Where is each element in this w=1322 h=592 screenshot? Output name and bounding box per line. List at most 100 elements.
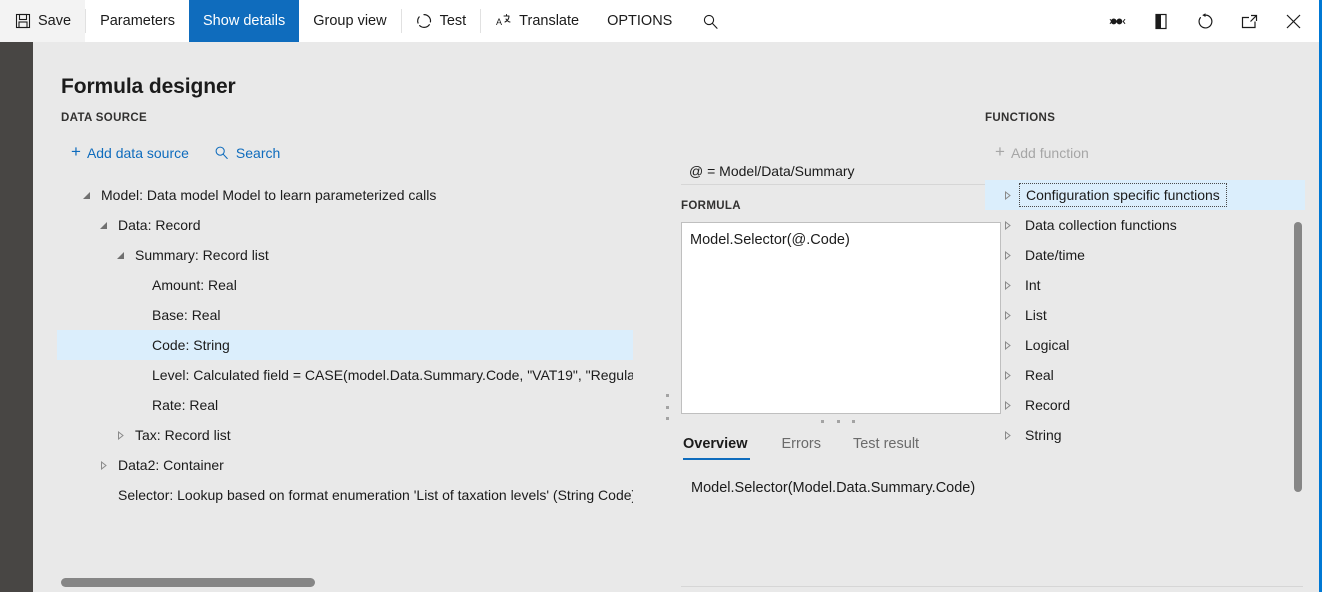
function-category-label-wrap: Configuration specific functions <box>1019 183 1227 207</box>
tree-node-label: Base: Real <box>152 307 221 323</box>
function-category-label-wrap: Record <box>1019 393 1076 417</box>
close-icon-button[interactable] <box>1271 0 1315 42</box>
chevron-expanded-icon[interactable] <box>94 221 112 230</box>
function-category-item[interactable]: Logical <box>985 330 1305 360</box>
tab-test-result[interactable]: Test result <box>837 436 935 460</box>
data-source-section-label: DATA SOURCE <box>61 112 148 124</box>
tree-node-label: Summary: Record list <box>135 247 269 263</box>
scrollbar-thumb[interactable] <box>61 578 315 587</box>
tree-node[interactable]: Data: Record <box>57 210 633 240</box>
data-source-horizontal-scrollbar[interactable] <box>61 575 633 589</box>
tree-node-label: Level: Calculated field = CASE(model.Dat… <box>152 367 633 383</box>
book-open-icon <box>1153 13 1170 30</box>
search-button[interactable] <box>686 0 734 42</box>
functions-panel: FUNCTIONS + Add function Configuration s… <box>985 112 1319 592</box>
refresh-icon <box>1197 12 1214 30</box>
context-path-field[interactable]: @ = Model/Data/Summary <box>681 157 1001 185</box>
chevron-collapsed-icon[interactable] <box>995 280 1019 290</box>
add-data-source-button[interactable]: + Add data source <box>71 142 189 161</box>
formula-input[interactable] <box>681 222 1001 414</box>
data-source-tree[interactable]: Model: Data model Model to learn paramet… <box>57 180 633 555</box>
horizontal-splitter-handle[interactable] <box>821 417 855 425</box>
function-category-label: String <box>1025 427 1062 443</box>
functions-list[interactable]: Configuration specific functions Data col… <box>985 180 1305 555</box>
function-category-label: Record <box>1025 397 1071 413</box>
function-category-item[interactable]: Configuration specific functions <box>985 180 1305 210</box>
chevron-collapsed-icon[interactable] <box>111 430 129 440</box>
tab-overview-label: Overview <box>683 436 748 452</box>
function-category-label-wrap: List <box>1019 303 1053 327</box>
plus-icon: + <box>995 142 1005 161</box>
functions-section-label: FUNCTIONS <box>985 112 1056 124</box>
function-category-label-wrap: Date/time <box>1019 243 1091 267</box>
tree-node-label: Tax: Record list <box>135 427 231 443</box>
function-category-label-wrap: Real <box>1019 363 1060 387</box>
chevron-expanded-icon[interactable] <box>77 191 95 200</box>
tab-errors[interactable]: Errors <box>766 436 837 460</box>
tree-node[interactable]: Level: Calculated field = CASE(model.Dat… <box>57 360 633 390</box>
function-category-item[interactable]: Int <box>985 270 1305 300</box>
search-icon <box>702 13 719 30</box>
vertical-splitter-handle[interactable] <box>663 394 671 420</box>
add-function-button[interactable]: + Add function <box>995 142 1089 161</box>
formula-panel-bottom-divider <box>681 586 999 587</box>
chevron-collapsed-icon[interactable] <box>995 340 1019 350</box>
function-category-item[interactable]: Date/time <box>985 240 1305 270</box>
tab-overview[interactable]: Overview <box>681 436 766 460</box>
function-category-item[interactable]: Record <box>985 390 1305 420</box>
chevron-collapsed-icon[interactable] <box>995 430 1019 440</box>
refresh-icon-button[interactable] <box>1183 0 1227 42</box>
save-button[interactable]: Save <box>0 0 86 42</box>
grip-dot <box>821 419 824 423</box>
functions-vertical-scrollbar[interactable] <box>1291 180 1305 555</box>
translate-label: Translate <box>519 13 580 29</box>
show-details-button[interactable]: Show details <box>189 0 300 42</box>
svg-text:A: A <box>496 17 502 27</box>
scrollbar-thumb[interactable] <box>1294 222 1302 492</box>
translate-button[interactable]: A Translate <box>481 0 593 42</box>
tree-node-label: Amount: Real <box>152 277 237 293</box>
group-view-button[interactable]: Group view <box>299 0 400 42</box>
page-body: Formula designer DATA SOURCE + Add data … <box>33 42 1319 592</box>
tree-node[interactable]: Base: Real <box>57 300 633 330</box>
plus-icon: + <box>71 142 81 161</box>
tree-node[interactable]: Model: Data model Model to learn paramet… <box>57 180 633 210</box>
tree-node[interactable]: Selector: Lookup based on format enumera… <box>57 480 633 510</box>
chevron-collapsed-icon[interactable] <box>995 190 1019 200</box>
test-button[interactable]: Test <box>402 0 481 42</box>
function-category-item[interactable]: Data collection functions <box>985 210 1305 240</box>
tree-node[interactable]: Summary: Record list <box>57 240 633 270</box>
glasses-icon <box>1109 13 1126 30</box>
tree-node[interactable]: Rate: Real <box>57 390 633 420</box>
function-category-item[interactable]: Real <box>985 360 1305 390</box>
chevron-collapsed-icon[interactable] <box>995 310 1019 320</box>
translate-icon: A <box>495 13 512 30</box>
chevron-collapsed-icon[interactable] <box>995 250 1019 260</box>
search-data-source-button[interactable]: Search <box>213 144 280 161</box>
glasses-icon-button[interactable] <box>1095 0 1139 42</box>
add-data-source-label: Add data source <box>86 144 189 161</box>
function-category-item[interactable]: String <box>985 420 1305 450</box>
parameters-button[interactable]: Parameters <box>86 0 189 42</box>
chevron-collapsed-icon[interactable] <box>94 460 112 470</box>
popout-icon <box>1241 13 1258 30</box>
options-button[interactable]: OPTIONS <box>593 0 686 42</box>
function-category-label: Data collection functions <box>1025 217 1177 233</box>
chevron-collapsed-icon[interactable] <box>995 220 1019 230</box>
grip-dot <box>836 419 840 423</box>
toolbar: Save Parameters Show details Group view … <box>0 0 1319 43</box>
popout-icon-button[interactable] <box>1227 0 1271 42</box>
save-icon <box>14 13 31 30</box>
chevron-collapsed-icon[interactable] <box>995 400 1019 410</box>
chevron-collapsed-icon[interactable] <box>995 370 1019 380</box>
tree-node[interactable]: Amount: Real <box>57 270 633 300</box>
tree-node[interactable]: Code: String <box>57 330 633 360</box>
function-category-item[interactable]: List <box>985 300 1305 330</box>
left-navigation-rail[interactable] <box>0 42 33 592</box>
formula-designer-window: Save Parameters Show details Group view … <box>0 0 1322 592</box>
tree-node[interactable]: Data2: Container <box>57 450 633 480</box>
chevron-expanded-icon[interactable] <box>111 251 129 260</box>
book-open-icon-button[interactable] <box>1139 0 1183 42</box>
page-title: Formula designer <box>61 75 236 98</box>
tree-node[interactable]: Tax: Record list <box>57 420 633 450</box>
